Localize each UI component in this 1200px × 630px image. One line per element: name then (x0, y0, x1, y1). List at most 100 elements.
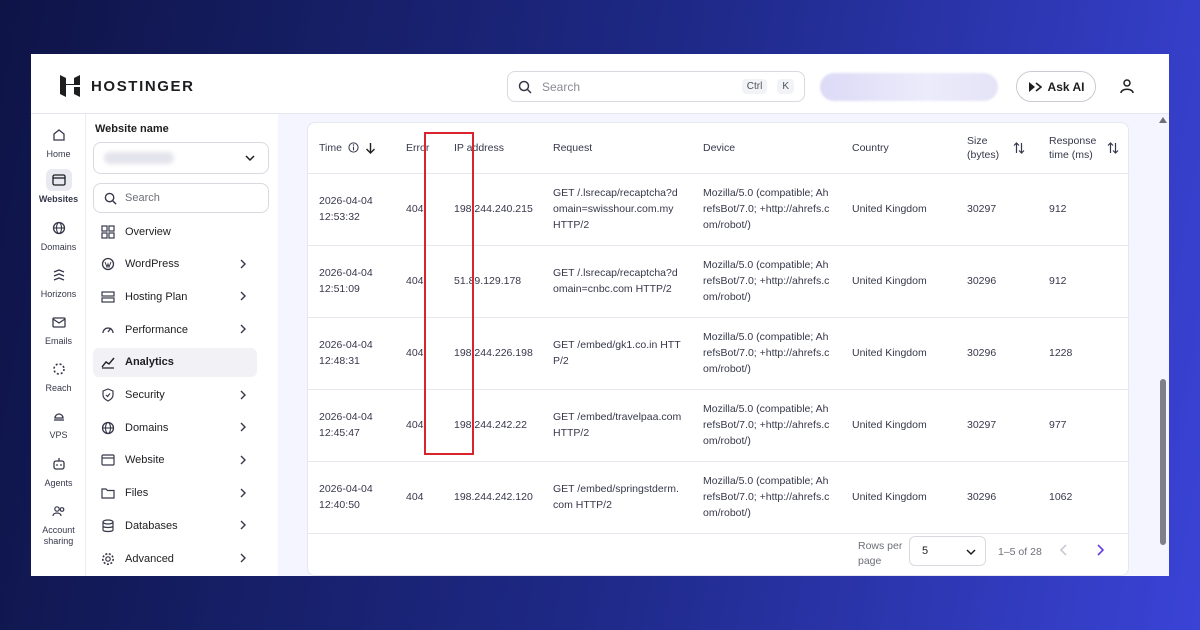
shortcut-key: K (777, 79, 794, 94)
column-time[interactable]: Time (308, 123, 395, 174)
sidebar-item-files[interactable]: Files (93, 479, 257, 508)
performance-icon (102, 327, 114, 333)
website-name-value (104, 152, 174, 164)
table-row[interactable]: 2026-04-04 12:45:47 404 198.244.242.22 G… (308, 389, 1130, 462)
sidebar-item-website[interactable]: Website (93, 446, 257, 475)
column-country[interactable]: Country (841, 123, 956, 174)
sidebar-item-databases[interactable]: Databases (93, 511, 257, 540)
rail-item-domains[interactable]: Domains (31, 217, 86, 253)
sidebar-item-analytics[interactable]: Analytics (93, 347, 257, 377)
rail-item-reach[interactable]: Reach (31, 358, 86, 394)
website-sidebar: Website name Search Overview WordPress H… (87, 114, 277, 576)
analytics-icon (101, 357, 115, 369)
wordpress-icon (101, 258, 115, 271)
website-select[interactable] (93, 142, 269, 174)
chevron-down-icon (245, 155, 255, 162)
rail-item-agents[interactable]: Agents (31, 453, 86, 489)
cell-device: Mozilla/5.0 (compatible; AhrefsBot/7.0; … (692, 173, 841, 246)
info-icon[interactable] (348, 142, 359, 153)
cell-request: GET /.lsrecap/recaptcha?domain=cnbc.com … (542, 245, 692, 318)
globe-icon (101, 421, 115, 434)
cell-country: United Kingdom (841, 317, 956, 390)
cell-response-time: 1228 (1038, 317, 1130, 390)
rail-item-websites[interactable]: Websites (31, 169, 86, 205)
database-icon (102, 519, 114, 532)
sort-icon[interactable] (1013, 141, 1025, 154)
search-icon (104, 192, 117, 205)
ask-ai-button[interactable]: Ask AI (1016, 71, 1096, 102)
sidebar-item-wordpress[interactable]: WordPress (93, 250, 257, 279)
sidebar-item-domains[interactable]: Domains (93, 413, 257, 442)
sidebar-item-performance[interactable]: Performance (93, 315, 257, 344)
cell-error: 404 (395, 389, 443, 462)
chevron-right-icon[interactable] (1095, 544, 1105, 556)
rail-item-account-sharing[interactable]: Account sharing (31, 500, 86, 547)
cell-size: 30296 (956, 317, 1038, 390)
sort-descending-icon[interactable] (365, 142, 376, 154)
column-ip[interactable]: IP address (443, 123, 542, 174)
table-row[interactable]: 2026-04-04 12:51:09 404 51.89.129.178 GE… (308, 245, 1130, 318)
column-error[interactable]: Error (395, 123, 443, 174)
rows-per-page-select[interactable]: 5 (909, 536, 986, 566)
sidebar-item-advanced[interactable]: Advanced (93, 544, 257, 573)
chevron-right-icon (240, 553, 246, 563)
table-row[interactable]: 2026-04-04 12:40:50 404 198.244.242.120 … (308, 461, 1130, 534)
cell-country: United Kingdom (841, 389, 956, 462)
cell-ip: 198.244.240.215 (443, 173, 542, 246)
pagination-range: 1–5 of 28 (998, 546, 1042, 558)
column-device[interactable]: Device (692, 123, 841, 174)
agents-icon (46, 453, 72, 475)
cell-response-time: 977 (1038, 389, 1130, 462)
cell-time: 2026-04-04 12:51:09 (308, 245, 395, 318)
main-scrollbar[interactable] (1157, 114, 1169, 576)
sidebar-item-security[interactable]: Security (93, 381, 257, 410)
cell-ip: 51.89.129.178 (443, 245, 542, 318)
sidebar-search-input[interactable]: Search (93, 183, 269, 213)
cell-error: 404 (395, 245, 443, 318)
account-pill[interactable] (820, 73, 998, 101)
sidebar-item-overview[interactable]: Overview (93, 217, 257, 246)
brand-name: HOSTINGER (91, 77, 195, 95)
vps-icon (46, 405, 72, 427)
chevron-left-icon[interactable] (1059, 544, 1069, 556)
cell-response-time: 912 (1038, 173, 1130, 246)
column-response-time[interactable]: Response time (ms) (1038, 123, 1130, 174)
chevron-right-icon (240, 422, 246, 432)
column-size[interactable]: Size (bytes) (956, 123, 1038, 174)
rail-item-horizons[interactable]: Horizons (31, 264, 86, 300)
brand-logo[interactable]: HOSTINGER (59, 74, 195, 98)
pagination: Rows per page 5 1–5 of 28 (858, 533, 1120, 573)
hostinger-logo-icon (60, 75, 80, 97)
chevron-right-icon (240, 291, 246, 301)
cell-device: Mozilla/5.0 (compatible; AhrefsBot/7.0; … (692, 245, 841, 318)
cell-request: GET /embed/springstderm.com HTTP/2 (542, 461, 692, 534)
account-sharing-icon (46, 500, 72, 522)
sidebar-item-hosting-plan[interactable]: Hosting Plan (93, 282, 257, 311)
gear-icon (102, 552, 114, 565)
table-row[interactable]: 2026-04-04 12:48:31 404 198.244.226.198 … (308, 317, 1130, 390)
cell-time: 2026-04-04 12:53:32 (308, 173, 395, 246)
cell-request: GET /embed/gk1.co.in HTTP/2 (542, 317, 692, 390)
cell-device: Mozilla/5.0 (compatible; AhrefsBot/7.0; … (692, 317, 841, 390)
chevron-right-icon (240, 259, 246, 269)
main-scroll-thumb[interactable] (1160, 379, 1166, 545)
rail-item-emails[interactable]: Emails (31, 311, 86, 347)
cell-time: 2026-04-04 12:48:31 (308, 317, 395, 390)
search-icon (518, 80, 532, 94)
shortcut-ctrl: Ctrl (741, 79, 768, 94)
chevron-right-icon (240, 455, 246, 465)
table-row[interactable]: 2026-04-04 12:53:32 404 198.244.240.215 … (308, 173, 1130, 246)
cell-size: 30296 (956, 461, 1038, 534)
cell-country: United Kingdom (841, 461, 956, 534)
search-placeholder: Search (542, 79, 581, 94)
global-search[interactable]: Search Ctrl K (507, 71, 805, 102)
rail-item-vps[interactable]: VPS (31, 405, 86, 441)
column-request[interactable]: Request (542, 123, 692, 174)
scroll-up-icon[interactable] (1159, 117, 1167, 123)
sort-icon[interactable] (1107, 141, 1119, 154)
cell-ip: 198.244.242.22 (443, 389, 542, 462)
sparkle-icon (1028, 81, 1042, 92)
rail-item-home[interactable]: Home (31, 124, 86, 160)
table-body: 2026-04-04 12:53:32 404 198.244.240.215 … (308, 173, 1130, 534)
user-icon[interactable] (1119, 78, 1135, 94)
